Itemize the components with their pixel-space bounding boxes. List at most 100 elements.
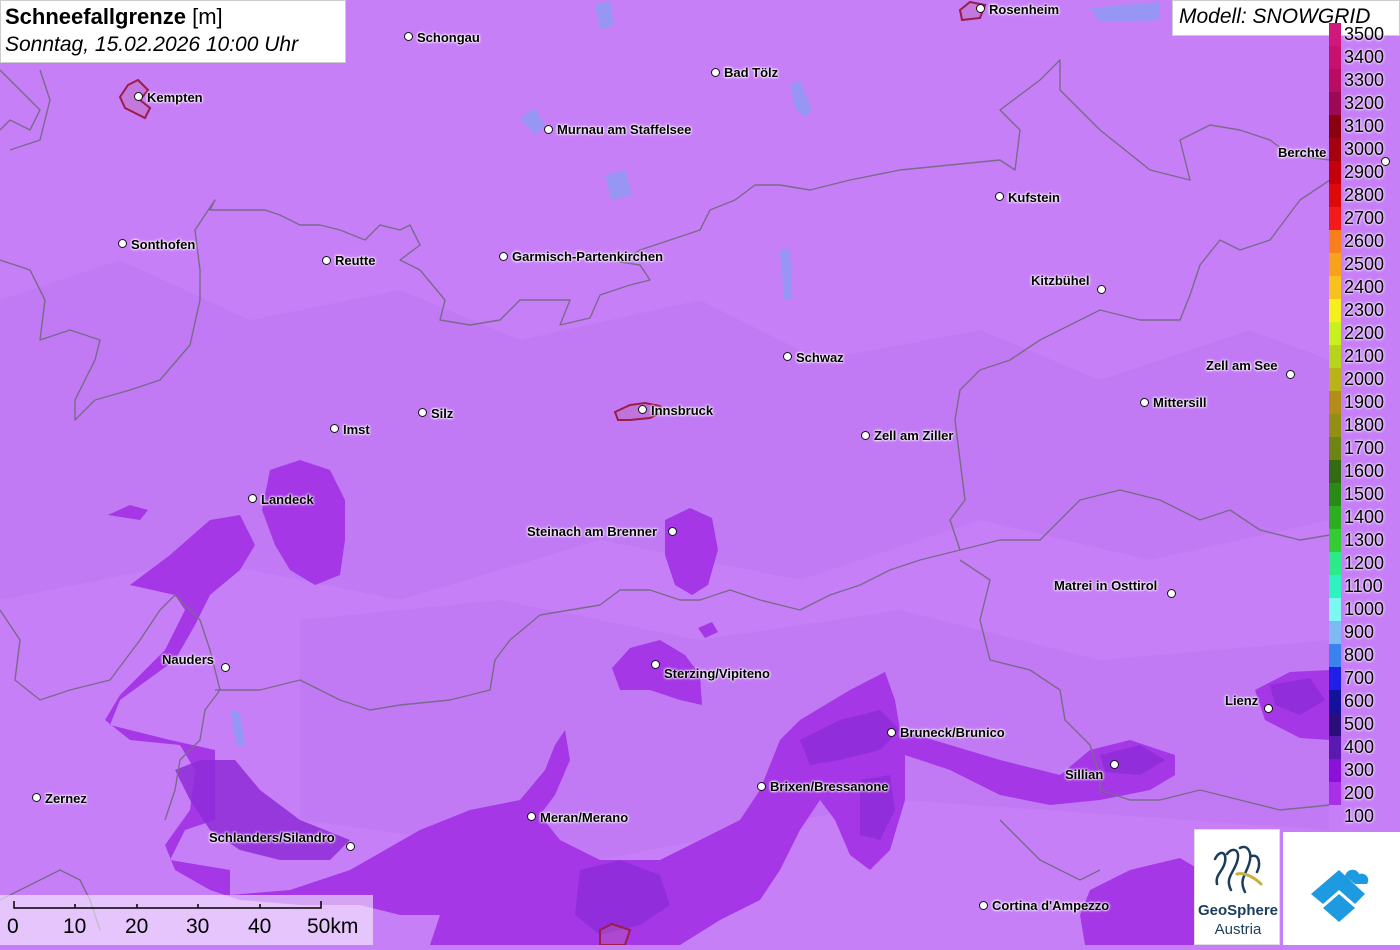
legend-swatch — [1329, 322, 1341, 345]
legend-entry: 2700 — [1329, 207, 1400, 230]
scale-tick-label: 50km — [307, 915, 359, 938]
city-label: Sonthofen — [131, 237, 196, 252]
city-label: Schongau — [417, 30, 480, 45]
legend-entry: 1500 — [1329, 483, 1400, 506]
legend-swatch — [1329, 575, 1341, 598]
city-dot — [499, 252, 508, 261]
city-label: Kempten — [147, 90, 203, 105]
legend-swatch — [1329, 184, 1341, 207]
city-dot — [638, 405, 647, 414]
scale-tick-label: 0 — [7, 915, 19, 938]
snowfall-map[interactable] — [0, 0, 1400, 945]
legend-label: 700 — [1344, 668, 1375, 688]
legend-entry: 3300 — [1329, 69, 1400, 92]
legend-swatch — [1329, 92, 1341, 115]
logo-text-line1: GeoSphere — [1197, 902, 1279, 919]
city-dot — [976, 4, 985, 13]
city-dot — [1264, 704, 1273, 713]
city-label: Mittersill — [1153, 395, 1207, 410]
geosphere-logo[interactable]: GeoSphere Austria — [1194, 829, 1280, 945]
color-legend: 3500 3400 3300 3200 3100 3000 2900 2800 2700 2600… — [1329, 23, 1400, 832]
legend-entry: 900 — [1329, 621, 1400, 644]
city-dot — [404, 32, 413, 41]
city-dot — [527, 812, 536, 821]
legend-label: 500 — [1344, 714, 1375, 734]
city-dot — [418, 408, 427, 417]
legend-swatch — [1329, 483, 1341, 506]
city-label: Kitzbühel — [1031, 273, 1090, 288]
legend-label: 900 — [1344, 622, 1375, 642]
city-label: Sillian — [1065, 767, 1104, 782]
city-label: Zernez — [45, 791, 87, 806]
city-dot — [757, 782, 766, 791]
legend-swatch — [1329, 368, 1341, 391]
city-dot — [668, 527, 677, 536]
city-label: Schwaz — [796, 350, 844, 365]
legend-label: 600 — [1344, 691, 1375, 711]
legend-entry: 2300 — [1329, 299, 1400, 322]
city-dot — [711, 68, 720, 77]
city-label: Meran/Merano — [540, 810, 629, 825]
legend-label: 3400 — [1344, 47, 1385, 67]
legend-label: 3100 — [1344, 116, 1385, 136]
legend-label: 3000 — [1344, 139, 1385, 159]
legend-label: 2200 — [1344, 323, 1385, 343]
legend-swatch — [1329, 23, 1341, 46]
scale-tick-label: 30 — [186, 915, 210, 938]
legend-label: 2000 — [1344, 369, 1385, 389]
city-label: Murnau am Staffelsee — [557, 122, 692, 137]
map-title-box: Schneefallgrenze [m] Sonntag, 15.02.2026… — [0, 0, 346, 63]
legend-swatch — [1329, 598, 1341, 621]
legend-label: 2100 — [1344, 346, 1385, 366]
scale-tick-label: 40 — [248, 915, 272, 938]
city-dot — [248, 494, 257, 503]
city-label: Sterzing/Vipiteno — [664, 666, 770, 681]
legend-label: 2900 — [1344, 162, 1385, 182]
logo-text-line2: Austria — [1214, 921, 1262, 938]
city-label: Kufstein — [1008, 190, 1060, 205]
legend-label: 1400 — [1344, 507, 1385, 527]
city-dot — [346, 842, 355, 851]
legend-label: 2500 — [1344, 254, 1385, 274]
city-dot — [221, 663, 230, 672]
city-dot — [861, 431, 870, 440]
legend-swatch — [1329, 460, 1341, 483]
city-dot — [330, 424, 339, 433]
city-dot — [1140, 398, 1149, 407]
legend-label: 2700 — [1344, 208, 1385, 228]
legend-swatch — [1329, 230, 1341, 253]
city-label: Nauders — [162, 652, 215, 667]
city-label: Schlanders/Silandro — [209, 830, 335, 845]
legend-label: 2300 — [1344, 300, 1385, 320]
legend-entry: 1300 — [1329, 529, 1400, 552]
city-label: Zell am See — [1206, 358, 1278, 373]
legend-entry: 100 — [1329, 805, 1400, 828]
legend-entry: 3200 — [1329, 92, 1400, 115]
legend-label: 1700 — [1344, 438, 1385, 458]
city-dot — [995, 192, 1004, 201]
city-dot — [544, 125, 553, 134]
legend-label: 800 — [1344, 645, 1375, 665]
city-label: Lienz — [1225, 693, 1259, 708]
legend-swatch — [1329, 69, 1341, 92]
legend-entry: 800 — [1329, 644, 1400, 667]
app-logo[interactable] — [1283, 832, 1400, 945]
legend-swatch — [1329, 299, 1341, 322]
city-dot — [1097, 285, 1106, 294]
legend-swatch — [1329, 414, 1341, 437]
legend-entry: 2000 — [1329, 368, 1400, 391]
legend-label: 2600 — [1344, 231, 1385, 251]
legend-label: 1600 — [1344, 461, 1385, 481]
legend-swatch — [1329, 345, 1341, 368]
legend-entry: 1100 — [1329, 575, 1400, 598]
legend-entry: 2200 — [1329, 322, 1400, 345]
city-label: Matrei in Osttirol — [1054, 578, 1158, 593]
city-label: Innsbruck — [651, 403, 714, 418]
cloud-arrow-icon — [1311, 869, 1369, 922]
legend-swatch — [1329, 46, 1341, 69]
legend-swatch — [1329, 437, 1341, 460]
legend-entry: 600 — [1329, 690, 1400, 713]
legend-entry: 2500 — [1329, 253, 1400, 276]
legend-swatch — [1329, 644, 1341, 667]
legend-swatch — [1329, 161, 1341, 184]
